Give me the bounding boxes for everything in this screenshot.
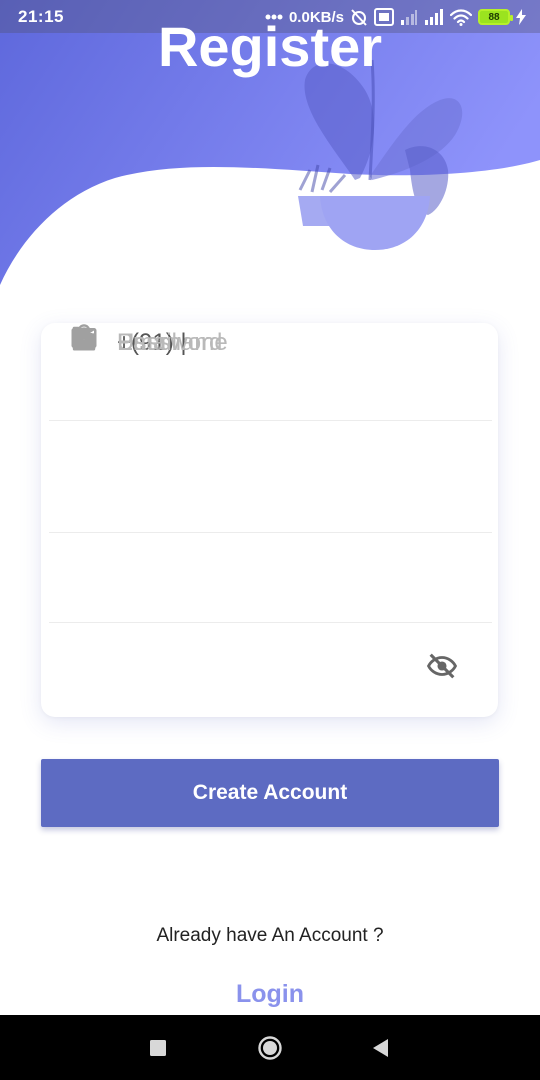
page-title: Register	[157, 15, 383, 78]
lock-icon	[69, 323, 99, 353]
navigation-bar	[0, 1015, 540, 1080]
password-input[interactable]	[117, 323, 407, 363]
already-have-account-text: Already have An Account ?	[156, 925, 384, 946]
login-link[interactable]: Login	[0, 980, 540, 1009]
recent-apps-icon[interactable]	[145, 1035, 171, 1061]
back-icon[interactable]	[368, 1035, 394, 1061]
email-field-row	[49, 533, 492, 623]
register-form	[41, 323, 498, 717]
phone-field-row	[49, 421, 492, 533]
home-icon[interactable]	[257, 1035, 283, 1061]
create-account-button[interactable]: Create Account	[41, 759, 499, 827]
eye-off-icon[interactable]	[425, 649, 459, 683]
